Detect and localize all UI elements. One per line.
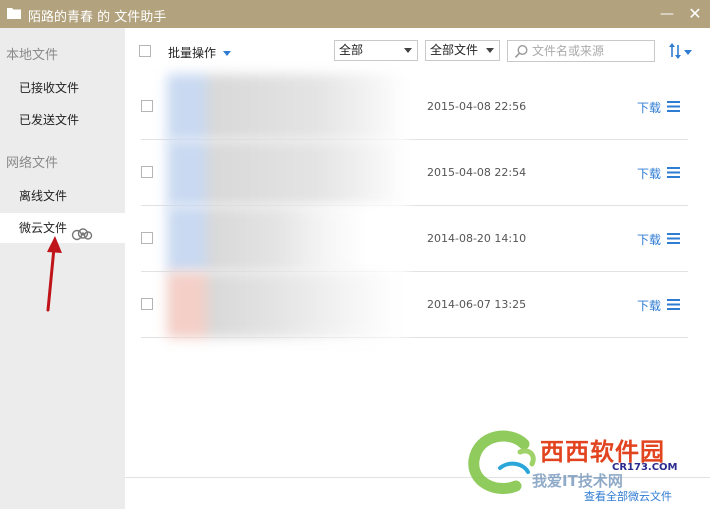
sort-icon	[669, 43, 692, 59]
file-preview-blurred	[167, 74, 407, 140]
toolbar: 批量操作 全部 全部文件	[125, 28, 710, 74]
source-filter-select[interactable]: 全部	[334, 40, 418, 61]
file-row[interactable]: 2014-08-20 14:10 下载	[141, 206, 688, 272]
minimize-button[interactable]: —	[656, 3, 678, 25]
download-link[interactable]: 下载	[637, 231, 661, 248]
search-input[interactable]	[532, 43, 650, 59]
sidebar-item-label: 微云文件	[19, 221, 68, 235]
sidebar-item-label: 已接收文件	[19, 81, 80, 95]
file-date: 2015-04-08 22:54	[427, 166, 527, 179]
type-filter-select[interactable]: 全部文件	[425, 40, 500, 61]
download-link[interactable]: 下载	[637, 165, 661, 182]
sidebar-item-offline[interactable]: 离线文件	[0, 181, 125, 211]
window-title: 陌路的青春 的 文件助手	[28, 10, 167, 25]
sidebar-item-label: 已发送文件	[19, 113, 80, 127]
row-checkbox[interactable]	[141, 298, 153, 310]
menu-icon[interactable]	[667, 101, 680, 112]
menu-icon[interactable]	[667, 167, 680, 178]
row-checkbox[interactable]	[141, 232, 153, 244]
annotation-arrow	[46, 236, 62, 312]
site-watermark: 西西软件园 CR173.COM 我爱IT技术网	[462, 428, 710, 504]
file-date: 2014-08-20 14:10	[427, 232, 527, 245]
menu-icon[interactable]	[667, 233, 680, 244]
sidebar-section-network: 网络文件	[6, 156, 59, 171]
sidebar-item-sent[interactable]: 已发送文件	[0, 105, 125, 135]
chevron-down-icon	[404, 48, 412, 53]
sort-button[interactable]	[668, 42, 694, 63]
file-preview-blurred	[167, 206, 407, 272]
download-link[interactable]: 下载	[637, 297, 661, 314]
file-preview-blurred	[167, 140, 407, 206]
close-button[interactable]: ✕	[684, 3, 706, 25]
folder-icon	[6, 6, 22, 23]
row-checkbox[interactable]	[141, 100, 153, 112]
file-row[interactable]: 2014-06-07 13:25 下载	[141, 272, 688, 338]
file-row[interactable]: 2015-04-08 22:56 下载	[141, 74, 688, 140]
file-preview-blurred	[167, 272, 407, 338]
select-all-checkbox[interactable]	[139, 45, 151, 57]
batch-operation-button[interactable]: 批量操作	[168, 44, 231, 61]
file-date: 2015-04-08 22:56	[427, 100, 527, 113]
file-date: 2014-06-07 13:25	[427, 298, 527, 311]
sidebar-item-label: 离线文件	[19, 189, 68, 203]
search-icon	[514, 44, 529, 62]
caret-down-icon	[222, 51, 231, 56]
title-bar: 陌路的青春 的 文件助手 — ✕	[0, 0, 710, 28]
sidebar-section-local: 本地文件	[6, 48, 59, 63]
watermark-logo-icon	[468, 430, 536, 494]
cloud-icon	[71, 222, 93, 252]
chevron-down-icon	[486, 48, 494, 53]
file-row[interactable]: 2015-04-08 22:54 下载	[141, 140, 688, 206]
row-checkbox[interactable]	[141, 166, 153, 178]
menu-icon[interactable]	[667, 299, 680, 310]
watermark-slogan: 我爱IT技术网	[532, 472, 623, 490]
source-filter-value: 全部	[339, 43, 364, 57]
type-filter-value: 全部文件	[430, 43, 479, 57]
sidebar-item-received[interactable]: 已接收文件	[0, 73, 125, 103]
download-link[interactable]: 下载	[637, 99, 661, 116]
search-box[interactable]	[507, 40, 655, 62]
batch-operation-label: 批量操作	[168, 46, 217, 60]
